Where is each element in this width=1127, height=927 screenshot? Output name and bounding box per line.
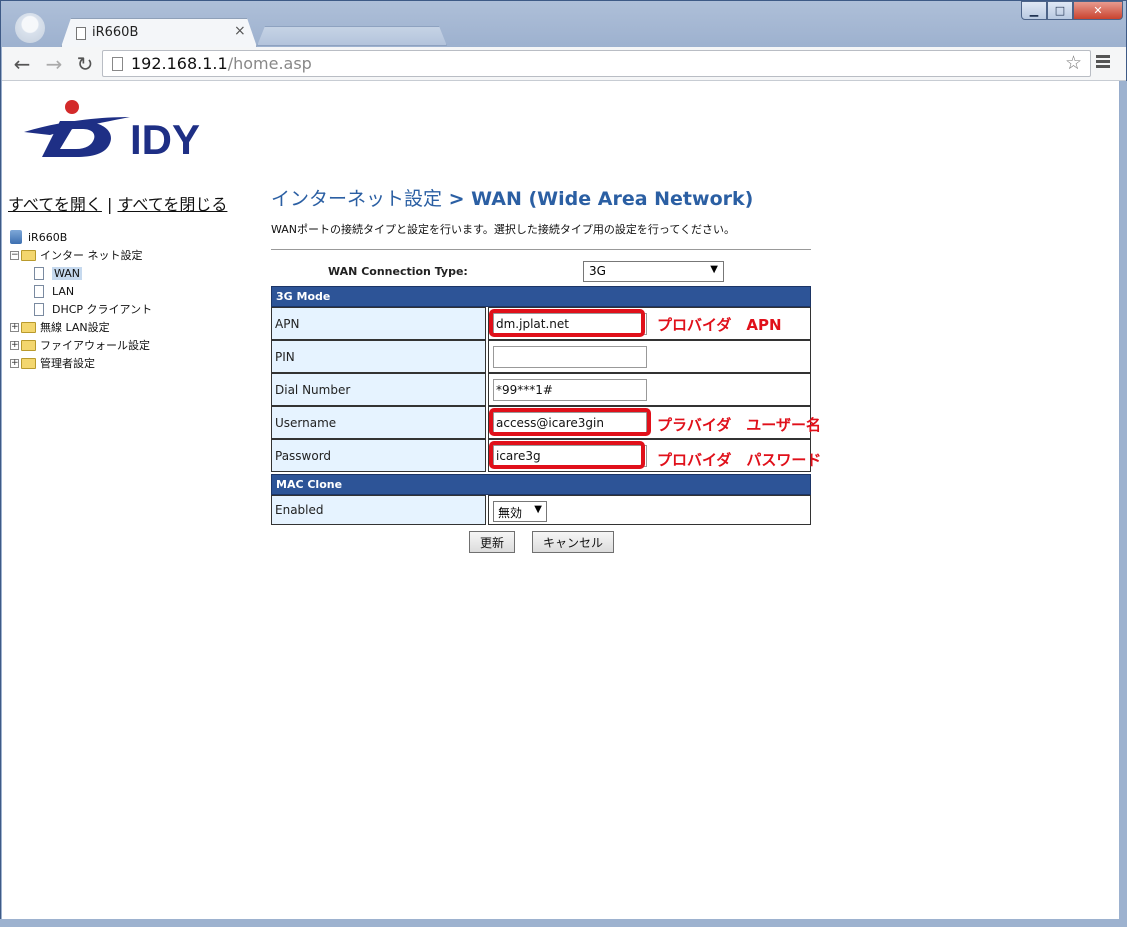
- page-content: IDY すべてを開く | すべてを閉じる iR660B − インター ネット設定…: [2, 81, 1119, 919]
- tab-close-icon[interactable]: ×: [234, 23, 246, 39]
- form-buttons: 更新 キャンセル: [271, 525, 811, 565]
- link-separator: |: [107, 195, 113, 214]
- collapse-toggle-icon[interactable]: −: [10, 250, 19, 260]
- mac-enabled-row: Enabled 無効 ▼: [271, 495, 811, 525]
- page-title: インターネット設定 > WAN (Wide Area Network): [271, 188, 754, 210]
- tree-item-wan[interactable]: WAN: [10, 264, 152, 282]
- close-window-button[interactable]: ✕: [1073, 1, 1123, 20]
- connection-type-select[interactable]: 3G ▼: [583, 261, 724, 282]
- apn-row: APN dm.jplat.net プロバイダ APN: [271, 307, 811, 340]
- dropdown-arrow-icon: ▼: [710, 264, 718, 275]
- tree-folder-label: 無線 LAN設定: [40, 321, 110, 334]
- page-icon: [112, 57, 123, 71]
- browser-tab[interactable]: iR660B ×: [61, 18, 257, 47]
- username-annotation: プラバイダ ユーザー名: [657, 416, 821, 434]
- page-icon: [34, 302, 44, 316]
- browser-toolbar: ← → ↻ 192.168.1.1/home.asp ☆: [2, 47, 1126, 81]
- tree-folder-label: 管理者設定: [40, 357, 95, 370]
- window-frame-right: [1120, 81, 1127, 919]
- tree-folder-admin[interactable]: + 管理者設定: [10, 354, 152, 372]
- tree-item-label: DHCP クライアント: [52, 303, 153, 316]
- dial-number-label: Dial Number: [271, 373, 486, 406]
- section-header-mac: MAC Clone: [271, 474, 811, 495]
- pin-input[interactable]: [493, 346, 647, 368]
- logo-text: IDY: [130, 116, 200, 163]
- folder-icon: [21, 339, 36, 351]
- expand-all-link[interactable]: すべてを開く: [8, 195, 102, 214]
- tree-item-dhcp[interactable]: DHCP クライアント: [10, 300, 152, 318]
- tree-folder-firewall[interactable]: + ファイアウォール設定: [10, 336, 152, 354]
- page-icon: [34, 266, 44, 280]
- section-header-3g: 3G Mode: [271, 286, 811, 307]
- highlight-box: [489, 309, 645, 337]
- profile-avatar-icon[interactable]: [15, 13, 45, 43]
- folder-open-icon: [21, 249, 36, 261]
- reload-icon[interactable]: ↻: [73, 52, 97, 76]
- expand-toggle-icon[interactable]: +: [10, 340, 19, 350]
- mac-clone-select[interactable]: 無効 ▼: [493, 501, 547, 522]
- username-label: Username: [271, 406, 486, 439]
- dial-number-input[interactable]: *99***1#: [493, 379, 647, 401]
- tree-folder-wireless[interactable]: + 無線 LAN設定: [10, 318, 152, 336]
- minimize-button[interactable]: ▁: [1021, 1, 1047, 20]
- browser-menu-icon[interactable]: [1096, 55, 1110, 70]
- apn-label: APN: [271, 307, 486, 340]
- tab-strip: iR660B × ▁ □ ✕: [1, 1, 1126, 47]
- window-controls: ▁ □ ✕: [1021, 1, 1125, 21]
- idy-logo: IDY: [20, 99, 232, 167]
- page-icon: [76, 27, 86, 40]
- page-description: WANポートの接続タイプと設定を行います。選択した接続タイプ用の設定を行ってくだ…: [271, 223, 736, 236]
- page-icon: [34, 284, 44, 298]
- window-frame-bottom: [0, 919, 1127, 927]
- password-row: Password icare3g プロバイダ パスワード: [271, 439, 821, 472]
- highlight-box: [489, 408, 651, 436]
- expand-toggle-icon[interactable]: +: [10, 358, 19, 368]
- enabled-label: Enabled: [271, 495, 486, 525]
- collapse-all-link[interactable]: すべてを閉じる: [118, 195, 228, 214]
- connection-type-label: WAN Connection Type:: [328, 265, 468, 278]
- forward-arrow-icon[interactable]: →: [42, 52, 66, 76]
- tree-item-label: LAN: [52, 284, 75, 298]
- tree-folder-label: ファイアウォール設定: [40, 339, 150, 352]
- apn-annotation: プロバイダ APN: [657, 316, 782, 334]
- wan-settings-panel: インターネット設定 > WAN (Wide Area Network) WANポ…: [271, 184, 821, 565]
- highlight-box: [489, 441, 645, 469]
- password-label: Password: [271, 439, 486, 472]
- address-bar[interactable]: 192.168.1.1/home.asp ☆: [102, 50, 1091, 77]
- bookmark-star-icon[interactable]: ☆: [1065, 52, 1082, 74]
- tree-root-label: iR660B: [28, 230, 68, 244]
- folder-icon: [21, 357, 36, 369]
- tree-item-lan[interactable]: LAN: [10, 282, 152, 300]
- apply-button[interactable]: 更新: [469, 531, 516, 553]
- nav-tree: iR660B − インター ネット設定 WAN LAN DHCP クライアント …: [10, 228, 152, 372]
- password-annotation: プロバイダ パスワード: [657, 451, 822, 469]
- dial-number-row: Dial Number *99***1#: [271, 373, 811, 406]
- new-tab-button[interactable]: [257, 26, 447, 46]
- maximize-button[interactable]: □: [1047, 1, 1073, 20]
- folder-icon: [21, 321, 36, 333]
- expand-toggle-icon[interactable]: +: [10, 322, 19, 332]
- tree-folder-internet[interactable]: − インター ネット設定: [10, 246, 152, 264]
- back-arrow-icon[interactable]: ←: [10, 52, 34, 76]
- tree-root[interactable]: iR660B: [10, 228, 152, 246]
- dropdown-arrow-icon: ▼: [534, 504, 542, 515]
- url-text: 192.168.1.1/home.asp: [131, 54, 312, 73]
- tab-title: iR660B: [92, 25, 139, 40]
- expand-collapse-links: すべてを開く | すべてを閉じる: [8, 191, 227, 215]
- username-row: Username access@icare3gin プラバイダ ユーザー名: [271, 406, 821, 439]
- tree-item-label: WAN: [52, 266, 83, 280]
- tree-folder-label: インター ネット設定: [40, 249, 143, 262]
- connection-type-row: WAN Connection Type: 3G ▼: [271, 250, 811, 284]
- pin-label: PIN: [271, 340, 486, 373]
- router-icon: [10, 230, 22, 244]
- cancel-button[interactable]: キャンセル: [532, 531, 615, 553]
- pin-row: PIN: [271, 340, 811, 373]
